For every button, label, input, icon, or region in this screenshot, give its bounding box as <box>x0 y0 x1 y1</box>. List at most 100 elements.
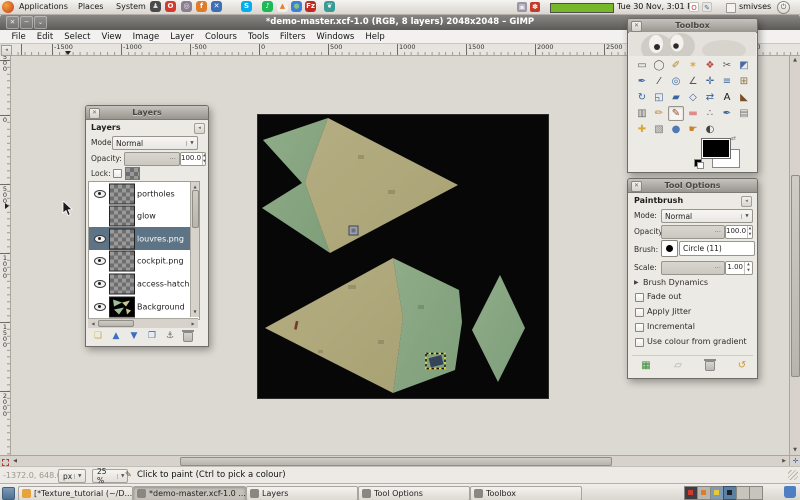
shear-tool[interactable]: ▰ <box>668 90 684 105</box>
visibility-eye-icon[interactable] <box>94 190 106 198</box>
layer-row[interactable]: louvres.png <box>89 227 191 250</box>
taskbar-window-button[interactable]: Tool Options <box>358 486 470 500</box>
tab-menu-icon[interactable]: ◂ <box>741 196 752 207</box>
foreground-select-tool[interactable]: ◩ <box>736 58 752 73</box>
flip-tool[interactable]: ⇄ <box>702 90 718 105</box>
brush-name-field[interactable]: Circle (11) <box>679 241 755 256</box>
anchor-layer-button[interactable]: ⚓ <box>162 330 178 343</box>
battery-indicator[interactable] <box>550 3 614 13</box>
paths-tool[interactable]: ✒ <box>634 74 650 89</box>
menu-image[interactable]: Image <box>127 32 165 42</box>
layer-row[interactable]: glow <box>89 205 191 227</box>
ink-tool[interactable]: ✒ <box>719 106 735 121</box>
paintbrush-tool[interactable]: ✎ <box>668 106 684 121</box>
layer-thumbnail[interactable] <box>109 183 135 204</box>
shutter-tray-icon[interactable]: ✽ <box>530 2 540 12</box>
crop-tool[interactable]: ⊞ <box>736 74 752 89</box>
tablet-pen-tray-icon[interactable]: ✎ <box>702 2 712 12</box>
terminal-launcher-icon[interactable]: ♟ <box>150 1 161 12</box>
lock-alpha-icon[interactable] <box>125 167 140 180</box>
workspace-cell[interactable] <box>736 486 750 500</box>
opacity-slider[interactable] <box>661 225 725 239</box>
opacity-spinner[interactable]: 100.0 ▲▼ <box>180 152 206 166</box>
lock-checkbox[interactable] <box>113 169 122 178</box>
checkbox-use-colour-from-gradient[interactable] <box>635 338 644 347</box>
workspace-cell-active[interactable] <box>723 486 737 500</box>
clock[interactable]: Tue 30 Nov, 3:01 PM <box>617 0 699 14</box>
layer-list-hscrollbar[interactable]: ◀ ▶ <box>88 318 198 328</box>
visibility-eye-icon[interactable] <box>94 303 106 311</box>
opacity-slider[interactable] <box>124 152 180 166</box>
menu-select[interactable]: Select <box>59 32 96 42</box>
delete-options-button[interactable] <box>702 359 718 372</box>
toolbox-titlebar[interactable]: ✕ Toolbox <box>628 19 757 33</box>
perspective-tool[interactable]: ◇ <box>685 90 701 105</box>
swap-colours-icon[interactable]: ⇄ <box>731 135 736 142</box>
image-canvas[interactable] <box>258 115 548 398</box>
taskbar-window-button[interactable]: [*Texture_tutorial (~/D... <box>18 486 133 500</box>
distributor-logo-icon[interactable] <box>2 1 14 13</box>
horizontal-scrollbar-thumb[interactable] <box>180 457 612 466</box>
clone-tool[interactable]: ▤ <box>736 106 752 121</box>
dodge-burn-tool[interactable]: ◐ <box>702 122 718 137</box>
spotify-launcher-icon[interactable]: ♪ <box>262 1 273 12</box>
zoom-dropdown[interactable]: 25 %▼ <box>92 469 128 483</box>
tab-menu-icon[interactable]: ◂ <box>194 123 205 134</box>
menu-colours[interactable]: Colours <box>199 32 242 42</box>
menu-windows[interactable]: Windows <box>311 32 360 42</box>
menu-help[interactable]: Help <box>360 32 390 42</box>
menu-filters[interactable]: Filters <box>274 32 310 42</box>
scale-slider[interactable] <box>661 261 725 275</box>
bird-launcher-icon[interactable]: ❦ <box>324 1 335 12</box>
window-app-launcher-icon[interactable]: ✕ <box>211 1 222 12</box>
duplicate-layer-button[interactable]: ❐ <box>144 330 160 343</box>
layers-dialog-titlebar[interactable]: ✕ Layers <box>86 106 208 120</box>
layer-row[interactable]: access-hatch.pr <box>89 272 191 295</box>
fuzzy-select-tool[interactable]: ✶ <box>685 58 701 73</box>
shutdown-icon[interactable]: ⏻ <box>777 1 790 14</box>
taskbar-window-button[interactable]: Toolbox <box>470 486 582 500</box>
trash-applet-icon[interactable] <box>784 486 796 498</box>
scale-spinner[interactable]: 1.00 ▲▼ <box>725 261 753 275</box>
workspace-cell[interactable] <box>697 486 711 500</box>
menu-edit[interactable]: Edit <box>31 32 58 42</box>
layer-thumbnail[interactable] <box>109 228 135 249</box>
vertical-scrollbar-thumb[interactable] <box>791 175 800 377</box>
restore-options-button[interactable]: ▱ <box>670 359 686 372</box>
pencil-tool[interactable]: ✏ <box>651 106 667 121</box>
free-select-tool[interactable]: ✐ <box>668 58 684 73</box>
checkbox-incremental[interactable] <box>635 323 644 332</box>
lower-layer-button[interactable]: ▼ <box>126 330 142 343</box>
zoom-tool[interactable]: ◎ <box>668 74 684 89</box>
show-desktop-icon[interactable] <box>2 487 15 500</box>
align-tool[interactable]: ≡ <box>719 74 735 89</box>
raise-layer-button[interactable]: ▲ <box>108 330 124 343</box>
new-layer-button[interactable]: ❏ <box>90 330 106 343</box>
foreground-colour-swatch[interactable] <box>702 139 730 158</box>
layer-thumbnail[interactable] <box>109 251 135 272</box>
resize-grip[interactable] <box>788 470 798 480</box>
menu-layer[interactable]: Layer <box>165 32 200 42</box>
brush-preview[interactable] <box>661 240 678 257</box>
visibility-eye-icon[interactable] <box>94 235 106 243</box>
system-menu[interactable]: System <box>113 0 149 14</box>
firefox-launcher-icon[interactable]: f <box>196 1 207 12</box>
eraser-tool[interactable]: ▬ <box>685 106 701 121</box>
blend-tool[interactable]: ▥ <box>634 106 650 121</box>
vertical-scrollbar[interactable]: ▲ ▼ <box>789 55 800 455</box>
layer-list-scrollbar[interactable]: ▲ ▼ <box>190 182 199 317</box>
opacity-spinner[interactable]: 100.0 ▲▼ <box>725 225 753 239</box>
menu-view[interactable]: View <box>96 32 127 42</box>
tool-options-window[interactable]: ✕ Tool Options Paintbrush ◂ Mode: Normal… <box>627 178 758 379</box>
workspace-cell[interactable] <box>684 486 698 500</box>
wilber-header[interactable] <box>629 32 756 56</box>
text-tool[interactable]: A <box>719 90 735 105</box>
user-switcher[interactable]: smivses <box>739 0 771 14</box>
unit-dropdown[interactable]: px▼ <box>58 469 86 483</box>
menu-access-button[interactable]: ◂ <box>1 45 12 56</box>
taskbar-window-button[interactable]: Layers <box>246 486 358 500</box>
layer-thumbnail[interactable] <box>109 297 135 318</box>
layer-list[interactable]: portholesglowlouvres.pngcockpit.pngacces… <box>88 181 200 320</box>
opera-tray-icon[interactable]: O <box>689 2 699 12</box>
scale-tool[interactable]: ◱ <box>651 90 667 105</box>
